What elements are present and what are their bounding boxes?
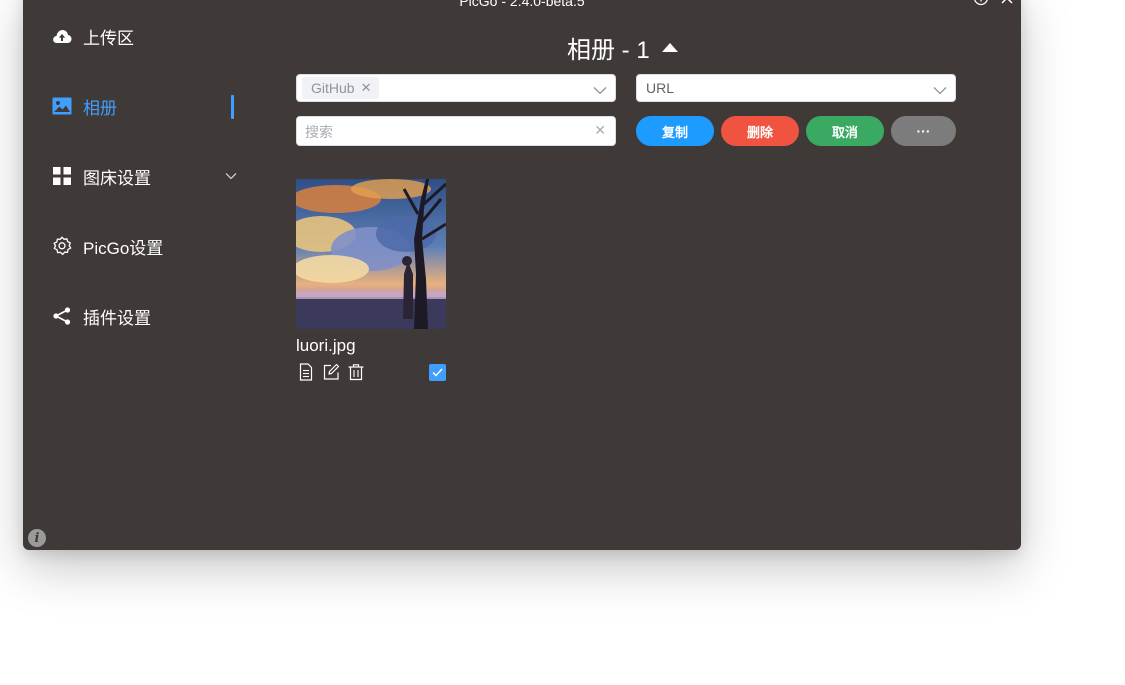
picbed-filter-select[interactable]: GitHub ✕	[296, 74, 616, 102]
info-icon[interactable]: i	[28, 529, 46, 547]
chevron-down-icon	[225, 172, 237, 180]
gear-icon	[51, 235, 73, 257]
document-icon[interactable]	[297, 363, 315, 381]
copy-button[interactable]: 复制	[636, 116, 714, 146]
link-format-select[interactable]: URL	[636, 74, 956, 102]
file-name: luori.jpg	[296, 336, 356, 355]
window-controls	[947, 0, 1015, 6]
filter-tag: GitHub ✕	[302, 77, 380, 99]
more-button[interactable]: ···	[891, 116, 956, 146]
image-icon	[51, 95, 73, 117]
caret-up-icon[interactable]	[661, 43, 678, 52]
sidebar-item-label: 图床设置	[83, 168, 151, 188]
page-title: 相册 - 1	[567, 30, 678, 65]
select-checkbox[interactable]	[429, 364, 446, 381]
search-placeholder: 搜索	[305, 124, 333, 140]
checkmark-icon	[432, 368, 443, 377]
sidebar-item-label: 上传区	[83, 28, 134, 48]
sidebar-item-gallery[interactable]: 相册	[51, 86, 236, 126]
clear-icon[interactable]: ✕	[594, 122, 606, 139]
edit-icon[interactable]	[322, 363, 340, 381]
close-icon[interactable]	[999, 0, 1015, 6]
chevron-down-icon	[933, 82, 947, 98]
sidebar: 上传区 相册 图床设置 PicGo设置 插件设置 i	[23, 0, 263, 550]
app-window: PicGo - 2.4.0-beta.5 上传区 相册 图床设置 PicGo设置…	[23, 0, 1021, 550]
sidebar-item-picbed-settings[interactable]: 图床设置	[51, 156, 237, 196]
sidebar-item-upload[interactable]: 上传区	[51, 16, 236, 56]
tag-close-icon[interactable]: ✕	[361, 80, 372, 96]
trash-icon[interactable]	[347, 363, 365, 381]
maximize-icon[interactable]	[973, 0, 989, 6]
gallery-title: 相册 - 1	[567, 37, 650, 64]
image-thumbnail[interactable]	[296, 179, 446, 329]
sidebar-item-plugin-settings[interactable]: 插件设置	[51, 296, 236, 336]
link-format-value: URL	[646, 80, 675, 96]
share-icon	[51, 305, 73, 327]
cancel-button[interactable]: 取消	[806, 116, 884, 146]
sidebar-item-label: 插件设置	[83, 308, 151, 328]
sidebar-item-label: 相册	[83, 98, 117, 118]
active-indicator	[231, 95, 234, 119]
search-input[interactable]: 搜索 ✕	[296, 116, 616, 146]
grid-icon	[51, 165, 73, 187]
card-actions	[297, 363, 365, 381]
minimize-icon[interactable]	[947, 0, 963, 6]
sidebar-item-picgo-settings[interactable]: PicGo设置	[51, 226, 236, 266]
cloud-upload-icon	[51, 25, 73, 47]
filter-tag-label: GitHub	[311, 80, 355, 96]
delete-button[interactable]: 删除	[721, 116, 799, 146]
sidebar-item-label: PicGo设置	[83, 238, 164, 258]
chevron-down-icon	[593, 82, 607, 98]
